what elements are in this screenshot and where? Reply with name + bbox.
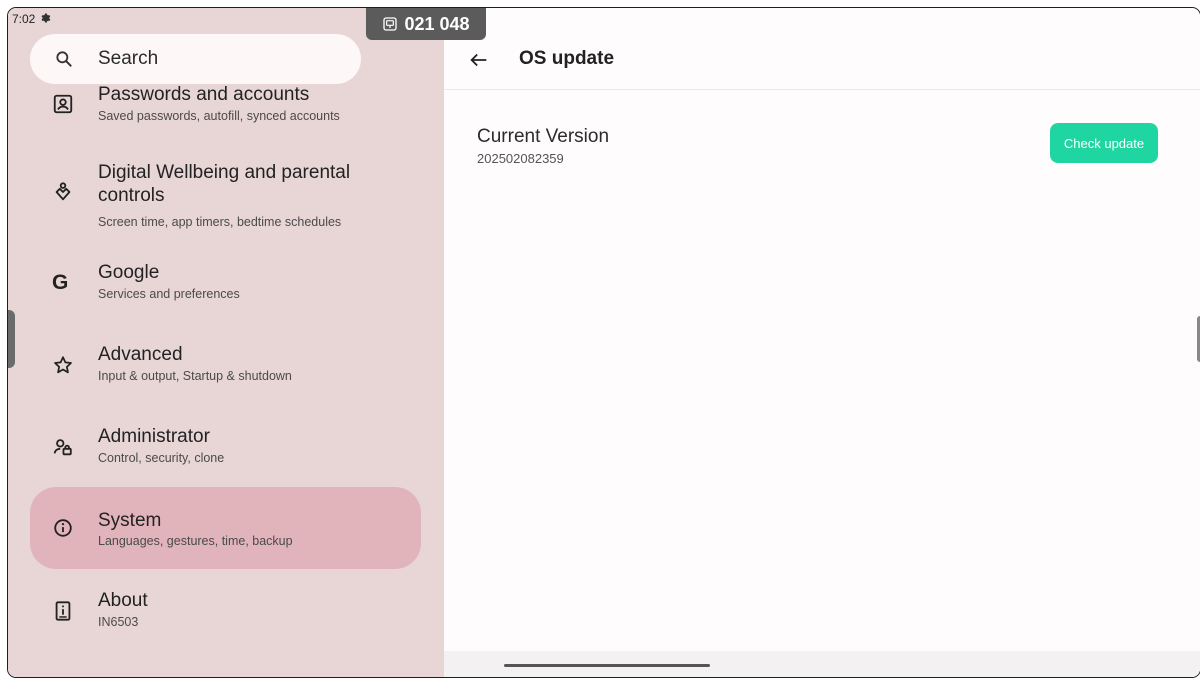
sidebar-item-title: About	[98, 590, 148, 611]
sidebar-item-subtitle: Saved passwords, autofill, synced accoun…	[98, 109, 340, 123]
current-version-value: 202502082359	[477, 151, 564, 166]
navigation-bar	[444, 651, 1200, 677]
star-outline-icon	[54, 356, 72, 374]
page-title: OS update	[519, 48, 615, 69]
admin-lock-icon	[53, 439, 72, 456]
sidebar-item-title: Passwords and accounts	[98, 84, 310, 105]
account-box-icon	[53, 94, 73, 114]
gear-icon	[39, 11, 51, 26]
sidebar-item-system[interactable]: System Languages, gestures, time, backup	[30, 487, 421, 569]
status-time: 7:02	[12, 11, 36, 26]
sidebar-item-title: Advanced	[98, 344, 183, 365]
search-placeholder: Search	[98, 48, 159, 69]
screen-share-badge: 021 048	[366, 8, 486, 40]
sidebar-item-administrator[interactable]: Administrator Control, security, clone	[30, 410, 421, 492]
google-icon: G	[52, 271, 69, 294]
sidebar-item-passwords-accounts[interactable]: Passwords and accounts Saved passwords, …	[30, 80, 421, 132]
sidebar-item-title: System	[98, 510, 162, 531]
wellbeing-icon	[55, 182, 71, 201]
settings-sidebar: 7:02 Search Passwords and accounts Saved…	[8, 8, 444, 677]
check-update-button[interactable]: Check update	[1050, 123, 1158, 163]
sidebar-item-title-line1: Digital Wellbeing and parental	[98, 162, 351, 183]
search-icon	[56, 51, 72, 67]
top-app-bar: OS update	[444, 32, 1200, 90]
sidebar-item-title: Administrator	[98, 426, 210, 447]
info-icon	[54, 519, 72, 537]
sidebar-item-subtitle: IN6503	[98, 615, 139, 629]
sidebar-item-advanced[interactable]: Advanced Input & output, Startup & shutd…	[30, 328, 421, 410]
sidebar-item-title: Google	[98, 262, 160, 283]
screen-frame: 7:02 Search Passwords and accounts Saved…	[7, 7, 1200, 678]
arrow-back-icon[interactable]	[468, 49, 490, 71]
os-update-panel: OS update Current Version 202502082359 C…	[444, 8, 1200, 677]
sidebar-item-title-line2: controls	[98, 185, 165, 206]
sidebar-item-subtitle: Languages, gestures, time, backup	[98, 534, 293, 548]
screen-share-icon	[383, 17, 398, 31]
current-version-label: Current Version	[477, 126, 610, 147]
sidebar-item-digital-wellbeing[interactable]: Digital Wellbeing and parental controls …	[30, 148, 421, 238]
sidebar-item-subtitle: Screen time, app timers, bedtime schedul…	[98, 215, 342, 229]
sidebar-item-google[interactable]: G Google Services and preferences	[30, 246, 421, 328]
search-bar[interactable]: Search	[30, 34, 361, 84]
sidebar-item-subtitle: Input & output, Startup & shutdown	[98, 369, 292, 383]
status-bar: 7:02	[12, 11, 51, 26]
sidebar-item-subtitle: Services and preferences	[98, 287, 240, 301]
edge-drag-handle[interactable]	[8, 310, 15, 368]
sidebar-item-about[interactable]: About IN6503	[30, 574, 421, 656]
device-info-icon	[55, 601, 71, 621]
sidebar-item-subtitle: Control, security, clone	[98, 451, 225, 465]
share-code: 021 048	[404, 13, 470, 34]
gesture-nav-handle[interactable]	[504, 664, 710, 667]
